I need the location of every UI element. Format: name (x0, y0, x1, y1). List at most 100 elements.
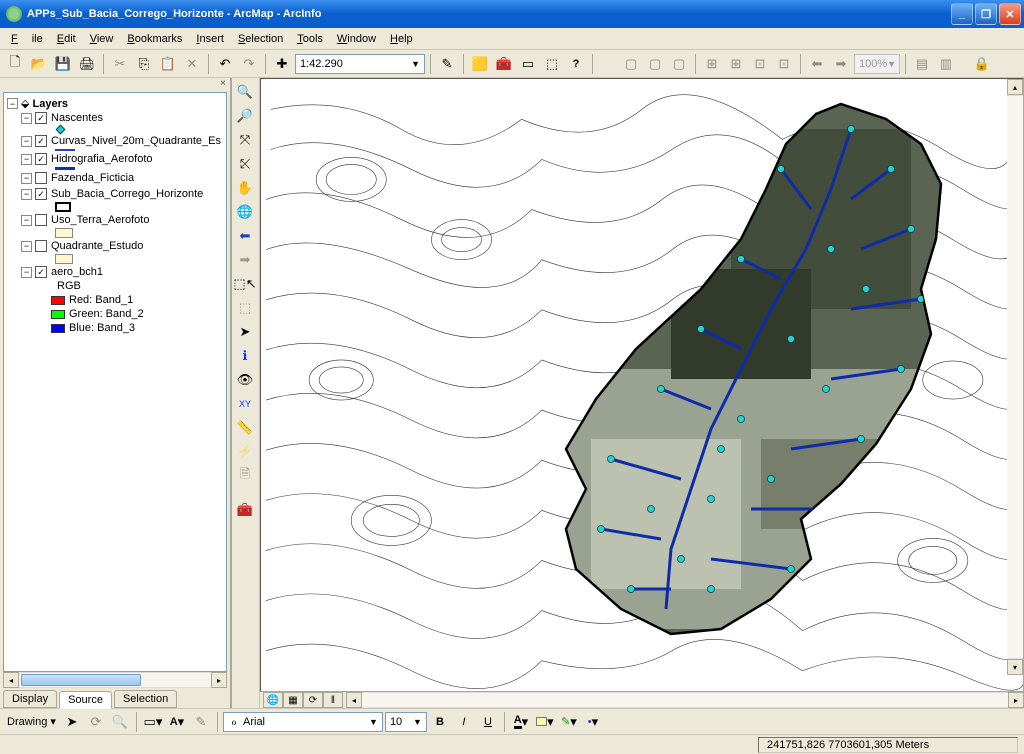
layer-name[interactable]: aero_bch1 (51, 266, 103, 278)
font-size-select[interactable]: 10 ▼ (385, 712, 427, 732)
chevron-down-icon[interactable]: ▼ (369, 717, 378, 727)
whats-this-button[interactable]: ? (565, 53, 587, 75)
edit-vertices-button[interactable]: ✎ (190, 711, 212, 733)
measure-button[interactable]: 📏 (234, 417, 256, 439)
map-v-scrollbar[interactable]: ▴ ▾ (1007, 79, 1023, 675)
font-select[interactable]: ℴ Arial ▼ (223, 712, 383, 732)
cut-button[interactable]: ✂ (109, 53, 131, 75)
zoom-in-button[interactable]: 🔍 (234, 81, 256, 103)
paste-button[interactable]: 📋 (157, 53, 179, 75)
maximize-button[interactable]: ❐ (975, 3, 997, 25)
forward-extent-button[interactable]: ➡ (234, 249, 256, 271)
pan-button[interactable]: ✋ (234, 177, 256, 199)
zoom-to-selected-button[interactable]: 🔍 (109, 711, 131, 733)
map-canvas[interactable]: ▴ ▾ (260, 78, 1024, 692)
menu-insert[interactable]: Insert (189, 31, 231, 47)
layer-checkbox[interactable] (35, 153, 47, 165)
chevron-down-icon[interactable]: ▼ (411, 59, 420, 69)
layer-checkbox[interactable] (35, 240, 47, 252)
command-line-button[interactable]: ▭ (517, 53, 539, 75)
select-features-button[interactable]: ⬚↖ (234, 273, 256, 295)
select-elements-button[interactable]: ➤ (234, 321, 256, 343)
layout-btn1[interactable]: ▢ (620, 53, 642, 75)
layer-checkbox[interactable] (35, 214, 47, 226)
layout-btn5[interactable]: ⊞ (725, 53, 747, 75)
editor-toolbar-button[interactable]: ✎ (436, 53, 458, 75)
collapse-icon[interactable]: − (21, 241, 32, 252)
clear-selection-button[interactable]: ⬚ (234, 297, 256, 319)
scroll-right-button[interactable]: ▸ (1008, 692, 1024, 708)
menu-help[interactable]: Help (383, 31, 420, 47)
new-button[interactable]: 🗋 (4, 53, 26, 75)
close-button[interactable]: ✕ (999, 3, 1021, 25)
collapse-icon[interactable]: − (21, 113, 32, 124)
html-popup-button[interactable]: 🗎 (234, 465, 256, 487)
back-extent-button[interactable]: ⬅ (234, 225, 256, 247)
pause-draw-button[interactable]: ‖ (323, 692, 343, 708)
tab-selection[interactable]: Selection (114, 690, 177, 708)
lock-button[interactable]: 🔒 (971, 53, 993, 75)
layer-checkbox[interactable] (35, 172, 47, 184)
collapse-icon[interactable]: − (21, 136, 32, 147)
chevron-down-icon[interactable]: ▼ (413, 717, 422, 727)
drawing-label[interactable]: Drawing ▾ (4, 713, 59, 730)
layer-name[interactable]: Sub_Bacia_Corrego_Horizonte (51, 188, 203, 200)
hyperlink-button[interactable]: ⚡ (234, 441, 256, 463)
zoom-out-button[interactable]: 🔎 (234, 105, 256, 127)
line-color-button[interactable]: ✎▾ (558, 711, 580, 733)
arctoolbox-button[interactable]: 🧰 (493, 53, 515, 75)
menu-edit[interactable]: Edit (50, 31, 83, 47)
menu-bookmarks[interactable]: Bookmarks (120, 31, 189, 47)
save-button[interactable]: 💾 (52, 53, 74, 75)
refresh-button[interactable]: ⟳ (303, 692, 323, 708)
new-text-button[interactable]: A▾ (166, 711, 188, 733)
collapse-icon[interactable]: − (7, 98, 18, 109)
layout-view-button[interactable]: ▦ (283, 692, 303, 708)
find-button[interactable]: 👁 (234, 369, 256, 391)
layer-name[interactable]: Hidrografia_Aerofoto (51, 153, 153, 165)
scroll-right-button[interactable]: ▸ (211, 672, 227, 688)
select-elements-button[interactable]: ➤ (61, 711, 83, 733)
rotate-button[interactable]: ⟳ (85, 711, 107, 733)
toc-h-scrollbar[interactable]: ◂ ▸ (3, 672, 227, 688)
toc-close-button[interactable]: × (0, 78, 230, 92)
arctoolbox-window-button[interactable]: 🧰 (234, 499, 256, 521)
fill-color-button[interactable]: ▾ (534, 711, 556, 733)
layout-btn2[interactable]: ▢ (644, 53, 666, 75)
prev-extent-button[interactable]: ⬅ (806, 53, 828, 75)
layer-name[interactable]: Fazenda_Ficticia (51, 172, 134, 184)
underline-button[interactable]: U (477, 711, 499, 733)
italic-button[interactable]: I (453, 711, 475, 733)
collapse-icon[interactable]: − (21, 173, 32, 184)
layer-checkbox[interactable] (35, 135, 47, 147)
redo-button[interactable]: ↷ (238, 53, 260, 75)
open-button[interactable]: 📂 (28, 53, 50, 75)
scroll-left-button[interactable]: ◂ (3, 672, 19, 688)
new-rectangle-button[interactable]: ▭▾ (142, 711, 164, 733)
collapse-icon[interactable]: − (21, 189, 32, 200)
menu-tools[interactable]: Tools (290, 31, 330, 47)
next-extent-button[interactable]: ➡ (830, 53, 852, 75)
layout-btn6[interactable]: ⊡ (749, 53, 771, 75)
toggle2-button[interactable]: ▥ (935, 53, 957, 75)
layout-btn3[interactable]: ▢ (668, 53, 690, 75)
menu-selection[interactable]: Selection (231, 31, 290, 47)
scroll-thumb[interactable] (21, 674, 141, 686)
marker-color-button[interactable]: •▾ (582, 711, 604, 733)
menu-file[interactable]: File (4, 31, 50, 47)
scroll-up-button[interactable]: ▴ (1007, 79, 1023, 95)
map-scale-input[interactable]: 1:42.290 ▼ (295, 54, 425, 74)
undo-button[interactable]: ↶ (214, 53, 236, 75)
fixed-zoom-out-button[interactable]: ⤪ (234, 153, 256, 175)
collapse-icon[interactable]: − (21, 154, 32, 165)
layout-btn4[interactable]: ⊞ (701, 53, 723, 75)
font-color-button[interactable]: A▾ (510, 711, 532, 733)
toggle1-button[interactable]: ▤ (911, 53, 933, 75)
tab-display[interactable]: Display (3, 690, 57, 708)
goto-xy-button[interactable]: XY (234, 393, 256, 415)
full-extent-button[interactable]: 🌐 (234, 201, 256, 223)
print-button[interactable]: 🖨 (76, 53, 98, 75)
data-view-button[interactable]: 🌐 (263, 692, 283, 708)
layer-checkbox[interactable] (35, 188, 47, 200)
add-data-button[interactable]: ✚ (271, 53, 293, 75)
